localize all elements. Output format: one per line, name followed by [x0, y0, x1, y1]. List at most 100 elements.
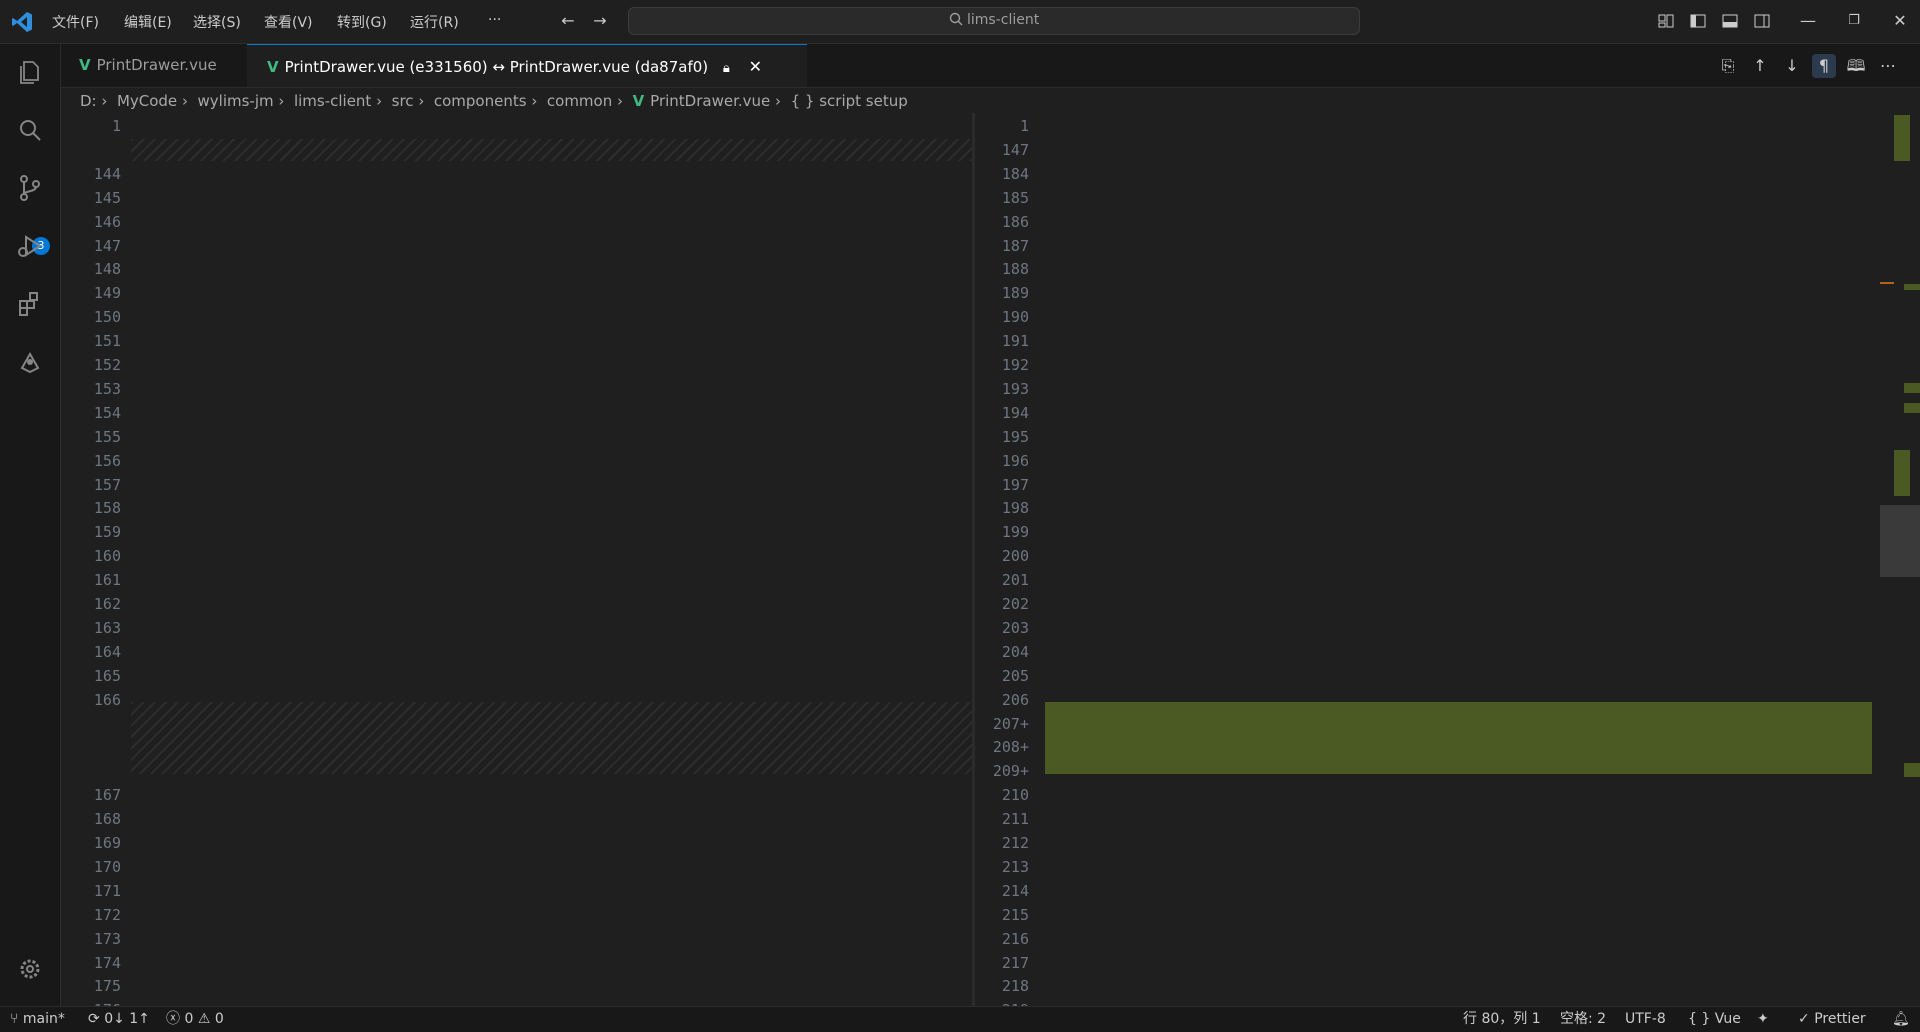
line-number: 210 — [1001, 786, 1029, 805]
branch-item[interactable]: ⑂ main* — [10, 1007, 65, 1032]
back-arrow-icon[interactable]: ← — [556, 9, 580, 33]
toggle-secondary-sidebar-icon[interactable] — [1750, 9, 1774, 33]
line-number: 189 — [1001, 284, 1029, 303]
forward-arrow-icon[interactable]: → — [588, 9, 612, 33]
close-tab-icon[interactable]: ✕ — [749, 57, 762, 76]
breadcrumb-common[interactable]: common — [547, 92, 612, 110]
line-number: 168 — [93, 810, 121, 829]
line-number: 166 — [93, 690, 121, 709]
inserted-lines-highlight — [1045, 702, 1872, 774]
minimize-icon[interactable]: — — [1796, 9, 1820, 33]
menu-more[interactable]: ··· — [488, 12, 501, 28]
breadcrumb-mycode[interactable]: MyCode — [117, 92, 177, 110]
line-number: 205 — [1001, 666, 1029, 685]
toggle-panel-icon[interactable] — [1718, 9, 1742, 33]
diff-filler — [131, 139, 972, 161]
line-number: 211 — [1001, 810, 1029, 829]
diff-original-pane[interactable]: 1 144 145 146 147 148 149 150 151 152 153 154 155 156… — [61, 113, 972, 1006]
overview-viewport-slider[interactable] — [1880, 505, 1920, 577]
breadcrumb-drive[interactable]: D: — [80, 92, 97, 110]
cursor-position[interactable]: 行 80，列 1 — [1463, 1007, 1541, 1032]
extensions-icon[interactable] — [12, 286, 48, 322]
overview-change-marker — [1904, 284, 1920, 290]
menu-selection[interactable]: 选择(S) — [193, 12, 241, 32]
menu-view[interactable]: 查看(V) — [264, 12, 313, 32]
diff-overview-ruler[interactable] — [1880, 113, 1920, 1006]
line-number: 151 — [93, 332, 121, 351]
toggle-primary-sidebar-icon[interactable] — [1686, 9, 1710, 33]
line-number: 161 — [93, 571, 121, 590]
breadcrumb-components[interactable]: components — [434, 92, 527, 110]
line-number: 149 — [93, 284, 121, 303]
line-number: 173 — [93, 929, 121, 948]
line-number: 172 — [93, 905, 121, 924]
menu-file[interactable]: 文件(F) — [52, 12, 99, 32]
line-number: 207+ — [992, 714, 1029, 733]
line-number: 209+ — [992, 762, 1029, 781]
line-number: 160 — [93, 547, 121, 566]
line-number: 165 — [93, 666, 121, 685]
prettier-label: Prettier — [1814, 1011, 1866, 1027]
previous-change-icon[interactable]: ↑ — [1748, 54, 1772, 78]
manage-gear-icon[interactable] — [12, 951, 48, 987]
breadcrumb-src[interactable]: src — [392, 92, 414, 110]
command-center-search[interactable]: lims-client — [628, 7, 1360, 35]
line-number: 174 — [93, 953, 121, 972]
line-number: 148 — [93, 260, 121, 279]
explorer-icon[interactable] — [12, 54, 48, 90]
line-number: 214 — [1001, 881, 1029, 900]
diff-filler — [131, 702, 972, 774]
error-icon: ⓧ — [166, 1011, 185, 1027]
tab-diff[interactable]: V PrintDrawer.vue (e331560) ↔ PrintDrawer… — [247, 44, 807, 87]
line-number: 184 — [1001, 164, 1029, 183]
line-number: 197 — [1001, 475, 1029, 494]
copilot-status-icon[interactable]: ✦ — [1757, 1007, 1769, 1032]
editor-tabs: V PrintDrawer.vue V PrintDrawer.vue (e3315… — [61, 44, 1920, 88]
breadcrumb-wylims[interactable]: wylims-jm — [198, 92, 274, 110]
line-number: 208+ — [992, 738, 1029, 757]
diff-modified-pane[interactable]: 1 147 184 185 186 187 188 189 190 191 192 193 194 195… — [975, 113, 1890, 1006]
customize-layout-icon[interactable] — [1654, 9, 1678, 33]
line-number: 167 — [93, 786, 121, 805]
line-number: 185 — [1001, 188, 1029, 207]
line-number: 213 — [1001, 857, 1029, 876]
menu-go[interactable]: 转到(G) — [337, 12, 387, 32]
notifications-bell-icon[interactable]: 🔔︎ — [1892, 1007, 1910, 1032]
line-number: 196 — [1001, 451, 1029, 470]
menu-edit[interactable]: 编辑(E) — [124, 12, 172, 32]
check-icon: ✓ — [1798, 1011, 1815, 1027]
inline-view-icon[interactable]: 🕮︎ — [1844, 54, 1868, 78]
prettier-item[interactable]: ✓ Prettier — [1798, 1007, 1866, 1032]
git-branch-icon: ⑂ — [10, 1011, 23, 1027]
open-file-icon[interactable]: ⎘ — [1716, 54, 1740, 78]
restore-icon[interactable]: ❐ — [1842, 9, 1866, 33]
language-mode[interactable]: { } Vue — [1688, 1007, 1741, 1032]
source-control-icon[interactable] — [12, 170, 48, 206]
copilot-icon[interactable] — [12, 344, 48, 380]
line-number: 158 — [93, 499, 121, 518]
sync-item[interactable]: ⟳ 0↓ 1↑ — [88, 1007, 150, 1032]
search-view-icon[interactable] — [12, 112, 48, 148]
vue-file-icon: V — [79, 56, 91, 74]
vscode-logo-icon — [12, 12, 32, 32]
overview-change-marker — [1894, 450, 1910, 496]
line-number: 169 — [93, 834, 121, 852]
indentation[interactable]: 空格: 2 — [1560, 1007, 1606, 1032]
line-number: 190 — [1001, 308, 1029, 327]
more-actions-icon[interactable]: ⋯ — [1876, 54, 1900, 78]
encoding[interactable]: UTF-8 — [1625, 1007, 1666, 1032]
breadcrumb-lims-client[interactable]: lims-client — [294, 92, 371, 110]
branch-name: main* — [22, 1011, 65, 1027]
next-change-icon[interactable]: ↓ — [1780, 54, 1804, 78]
close-window-icon[interactable]: ✕ — [1888, 9, 1912, 33]
menu-run[interactable]: 运行(R) — [410, 12, 459, 32]
line-number: 198 — [1001, 499, 1029, 518]
run-debug-icon[interactable] — [12, 228, 48, 264]
tab-printdrawer[interactable]: V PrintDrawer.vue — [61, 44, 247, 87]
problems-item[interactable]: ⓧ 0 ⚠ 0 — [166, 1007, 224, 1032]
toggle-whitespace-icon[interactable]: ¶ — [1812, 54, 1836, 78]
line-number: 145 — [93, 188, 121, 207]
breadcrumb-symbol[interactable]: { } script setup — [791, 92, 908, 110]
tab-label: PrintDrawer.vue — [96, 56, 217, 74]
breadcrumb-file[interactable]: PrintDrawer.vue — [650, 92, 770, 110]
